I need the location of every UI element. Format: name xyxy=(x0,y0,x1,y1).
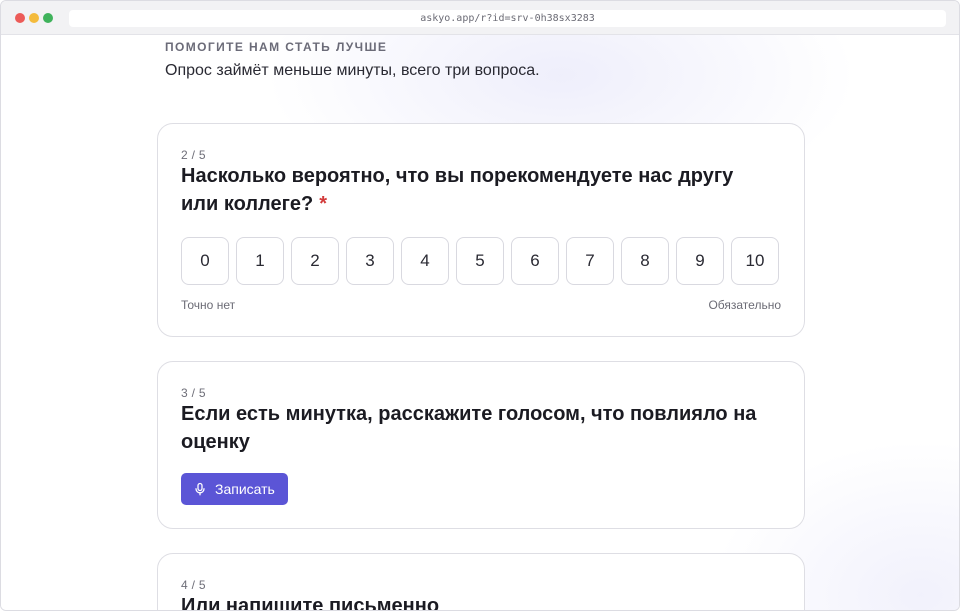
browser-toolbar: askyo.app/r?id=srv-0h38sx3283 xyxy=(1,1,959,35)
scale-hint-high: Обязательно xyxy=(708,298,781,312)
record-button-label: Записать xyxy=(215,481,275,497)
scale-option-1[interactable]: 1 xyxy=(236,237,284,285)
scale-option-3[interactable]: 3 xyxy=(346,237,394,285)
question-card-text: 4 / 5 Или напишите письменно xyxy=(157,553,805,611)
survey-eyebrow: ПОМОГИТЕ НАМ СТАТЬ ЛУЧШЕ xyxy=(165,40,388,54)
scale-hint-low: Точно нет xyxy=(181,298,236,312)
question-number: 2 / 5 xyxy=(181,148,206,162)
page-viewport: ПОМОГИТЕ НАМ СТАТЬ ЛУЧШЕ Опрос займёт ме… xyxy=(1,35,959,611)
minimize-window-button[interactable] xyxy=(29,13,39,23)
scale-option-7[interactable]: 7 xyxy=(566,237,614,285)
close-window-button[interactable] xyxy=(15,13,25,23)
scale-option-10[interactable]: 10 xyxy=(731,237,779,285)
required-marker: * xyxy=(319,193,328,215)
microphone-icon xyxy=(193,482,207,496)
question-title: Или напишите письменно xyxy=(181,595,440,611)
scale-option-8[interactable]: 8 xyxy=(621,237,669,285)
question-title-text: Насколько вероятно, что вы порекомендует… xyxy=(181,165,734,215)
scale-option-9[interactable]: 9 xyxy=(676,237,724,285)
question-card-nps: 2 / 5 Насколько вероятно, что вы пореком… xyxy=(157,123,805,337)
scale-option-0[interactable]: 0 xyxy=(181,237,229,285)
question-number: 4 / 5 xyxy=(181,578,206,592)
question-card-voice: 3 / 5 Если есть минутка, расскажите голо… xyxy=(157,361,805,529)
scale-option-4[interactable]: 4 xyxy=(401,237,449,285)
browser-window: askyo.app/r?id=srv-0h38sx3283 ПОМОГИТЕ Н… xyxy=(0,0,960,611)
scale-option-6[interactable]: 6 xyxy=(511,237,559,285)
scale-option-2[interactable]: 2 xyxy=(291,237,339,285)
question-number: 3 / 5 xyxy=(181,386,206,400)
question-title: Если есть минутка, расскажите голосом, ч… xyxy=(181,403,757,453)
nps-scale: 0 1 2 3 4 5 6 7 8 9 10 xyxy=(181,237,779,285)
record-voice-button[interactable]: Записать xyxy=(181,473,288,505)
survey-intro: Опрос займёт меньше минуты, всего три во… xyxy=(165,62,540,79)
scale-option-5[interactable]: 5 xyxy=(456,237,504,285)
maximize-window-button[interactable] xyxy=(43,13,53,23)
question-title: Насколько вероятно, что вы порекомендует… xyxy=(181,162,771,218)
address-bar[interactable]: askyo.app/r?id=srv-0h38sx3283 xyxy=(69,10,946,27)
